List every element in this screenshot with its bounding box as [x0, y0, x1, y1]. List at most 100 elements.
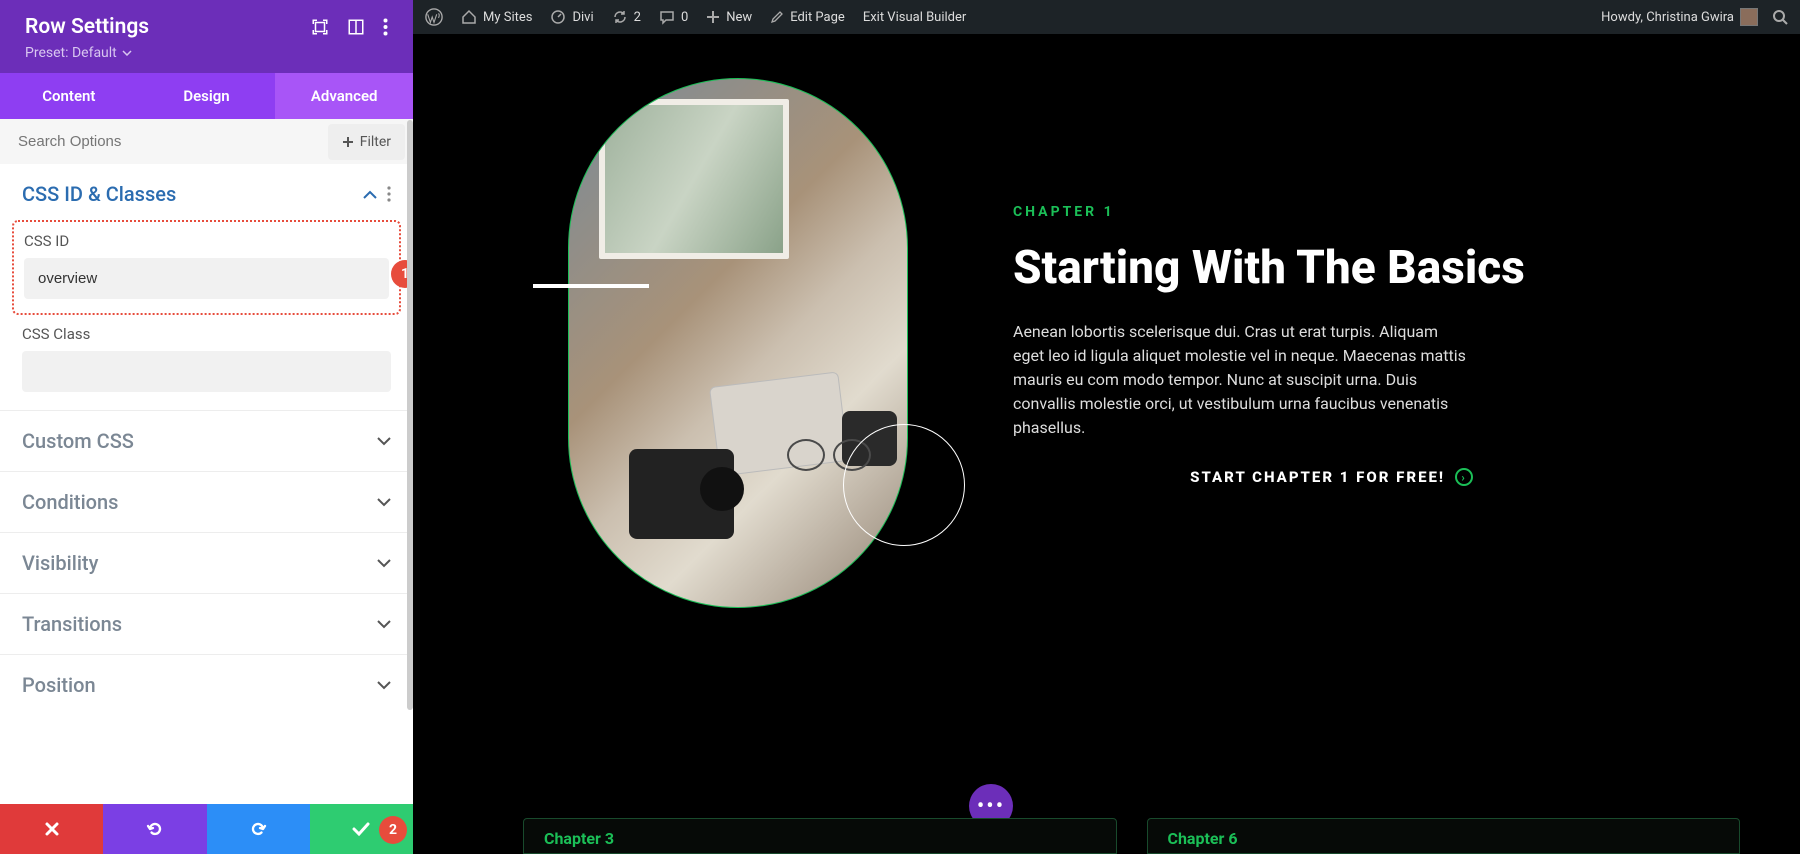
expand-icon[interactable]: [311, 18, 329, 36]
search-toggle[interactable]: [1772, 9, 1788, 25]
check-icon: [352, 822, 370, 836]
updates-count: 2: [634, 10, 641, 25]
painting-shape: [599, 99, 789, 259]
redo-button[interactable]: [207, 804, 310, 854]
css-class-input[interactable]: [22, 351, 391, 392]
section-title: CSS ID & Classes: [22, 182, 176, 206]
tab-design[interactable]: Design: [138, 73, 276, 119]
tab-content[interactable]: Content: [0, 73, 138, 119]
section-position[interactable]: Position: [0, 654, 413, 715]
undo-icon: [146, 820, 164, 838]
chevron-down-icon: [377, 498, 391, 507]
hero-text-col: CHAPTER 1 Starting With The Basics Aenea…: [993, 34, 1800, 674]
chevron-down-icon: [377, 681, 391, 690]
panel-title: Row Settings: [25, 15, 149, 39]
section-label: Conditions: [22, 490, 118, 514]
section-label: Transitions: [22, 612, 122, 636]
chevron-down-icon: [377, 437, 391, 446]
filter-button[interactable]: Filter: [328, 124, 405, 160]
panel-body: CSS ID & Classes CSS ID 1 CSS Class Cust…: [0, 164, 413, 804]
css-id-label: CSS ID: [24, 232, 389, 250]
tabs: Content Design Advanced: [0, 73, 413, 119]
tab-advanced[interactable]: Advanced: [275, 73, 413, 119]
my-sites-link[interactable]: My Sites: [461, 9, 532, 25]
comment-icon: [659, 9, 675, 25]
undo-button[interactable]: [103, 804, 206, 854]
panel-scrollbar[interactable]: [407, 120, 413, 710]
arrow-right-icon: ›: [1455, 468, 1473, 486]
chevron-up-icon: [363, 190, 377, 199]
hero-image: [568, 78, 908, 608]
hero-title: Starting With The Basics: [1013, 240, 1740, 296]
section-label: Visibility: [22, 551, 98, 575]
css-id-highlight: CSS ID 1: [12, 220, 401, 315]
snap-icon[interactable]: [347, 18, 365, 36]
search-input[interactable]: [0, 119, 328, 164]
site-label: Divi: [572, 10, 593, 25]
hero-image-col: [413, 34, 993, 674]
section-cssid-body: CSS ID 1 CSS Class: [0, 214, 413, 410]
redo-icon: [249, 820, 267, 838]
refresh-icon: [612, 9, 628, 25]
camera-shape: [629, 449, 734, 539]
css-class-label: CSS Class: [22, 325, 391, 343]
plus-icon: [342, 136, 354, 148]
annotation-badge-2: 2: [379, 816, 407, 844]
section-conditions[interactable]: Conditions: [0, 471, 413, 532]
hero-section: CHAPTER 1 Starting With The Basics Aenea…: [413, 34, 1800, 674]
edit-label: Edit Page: [790, 10, 845, 25]
new-link[interactable]: New: [706, 10, 752, 25]
accent-line: [533, 284, 649, 288]
wordpress-icon: [425, 8, 443, 26]
row-settings-panel: Row Settings Preset: Default Content Des…: [0, 0, 413, 854]
section-label: Position: [22, 673, 96, 697]
section-transitions[interactable]: Transitions: [0, 593, 413, 654]
chevron-down-icon: [122, 50, 132, 56]
preset-selector[interactable]: Preset: Default: [25, 45, 388, 61]
section-label: Custom CSS: [22, 429, 134, 453]
chevron-down-icon: [377, 559, 391, 568]
edit-page-link[interactable]: Edit Page: [770, 10, 845, 25]
search-row: Filter: [0, 119, 413, 164]
accent-circle: [843, 424, 965, 546]
cancel-button[interactable]: [0, 804, 103, 854]
home-icon: [461, 9, 477, 25]
chapter-card-6[interactable]: Chapter 6: [1147, 818, 1741, 854]
hero-cta[interactable]: START CHAPTER 1 FOR FREE! ›: [1013, 468, 1473, 486]
hero-body: Aenean lobortis scelerisque dui. Cras ut…: [1013, 320, 1473, 440]
eyebrow: CHAPTER 1: [1013, 204, 1740, 220]
chapter-card-3[interactable]: Chapter 3: [523, 818, 1117, 854]
cta-label: START CHAPTER 1 FOR FREE!: [1190, 468, 1445, 486]
preset-label: Preset: Default: [25, 45, 117, 61]
comments-count: 0: [681, 10, 688, 25]
exit-label: Exit Visual Builder: [863, 10, 966, 25]
wp-logo[interactable]: [425, 8, 443, 26]
greeting-label: Howdy, Christina Gwira: [1601, 10, 1734, 25]
chapter-cards: Chapter 3 Chapter 6: [523, 818, 1740, 854]
panel-footer: 2: [0, 804, 413, 854]
chevron-down-icon: [377, 620, 391, 629]
pencil-icon: [770, 10, 784, 24]
section-visibility[interactable]: Visibility: [0, 532, 413, 593]
chapter-label: Chapter 6: [1168, 829, 1238, 848]
kebab-icon[interactable]: [387, 186, 391, 202]
css-id-input[interactable]: [24, 258, 389, 299]
wp-admin-bar: My Sites Divi 2 0 New Edit Page Exit Vis…: [413, 0, 1800, 34]
avatar: [1740, 8, 1758, 26]
plus-icon: [706, 10, 720, 24]
panel-header: Row Settings Preset: Default: [0, 0, 413, 73]
search-icon: [1772, 9, 1788, 25]
builder-canvas: CHAPTER 1 Starting With The Basics Aenea…: [413, 34, 1800, 854]
comments-link[interactable]: 0: [659, 9, 688, 25]
exit-builder-link[interactable]: Exit Visual Builder: [863, 10, 966, 25]
kebab-icon[interactable]: [383, 18, 388, 36]
section-custom-css[interactable]: Custom CSS: [0, 410, 413, 471]
updates-link[interactable]: 2: [612, 9, 641, 25]
save-button[interactable]: 2: [310, 804, 413, 854]
section-cssid-classes[interactable]: CSS ID & Classes: [0, 164, 413, 214]
user-menu[interactable]: Howdy, Christina Gwira: [1601, 8, 1758, 26]
close-icon: [44, 821, 60, 837]
gauge-icon: [550, 9, 566, 25]
new-label: New: [726, 10, 752, 25]
site-link[interactable]: Divi: [550, 9, 593, 25]
